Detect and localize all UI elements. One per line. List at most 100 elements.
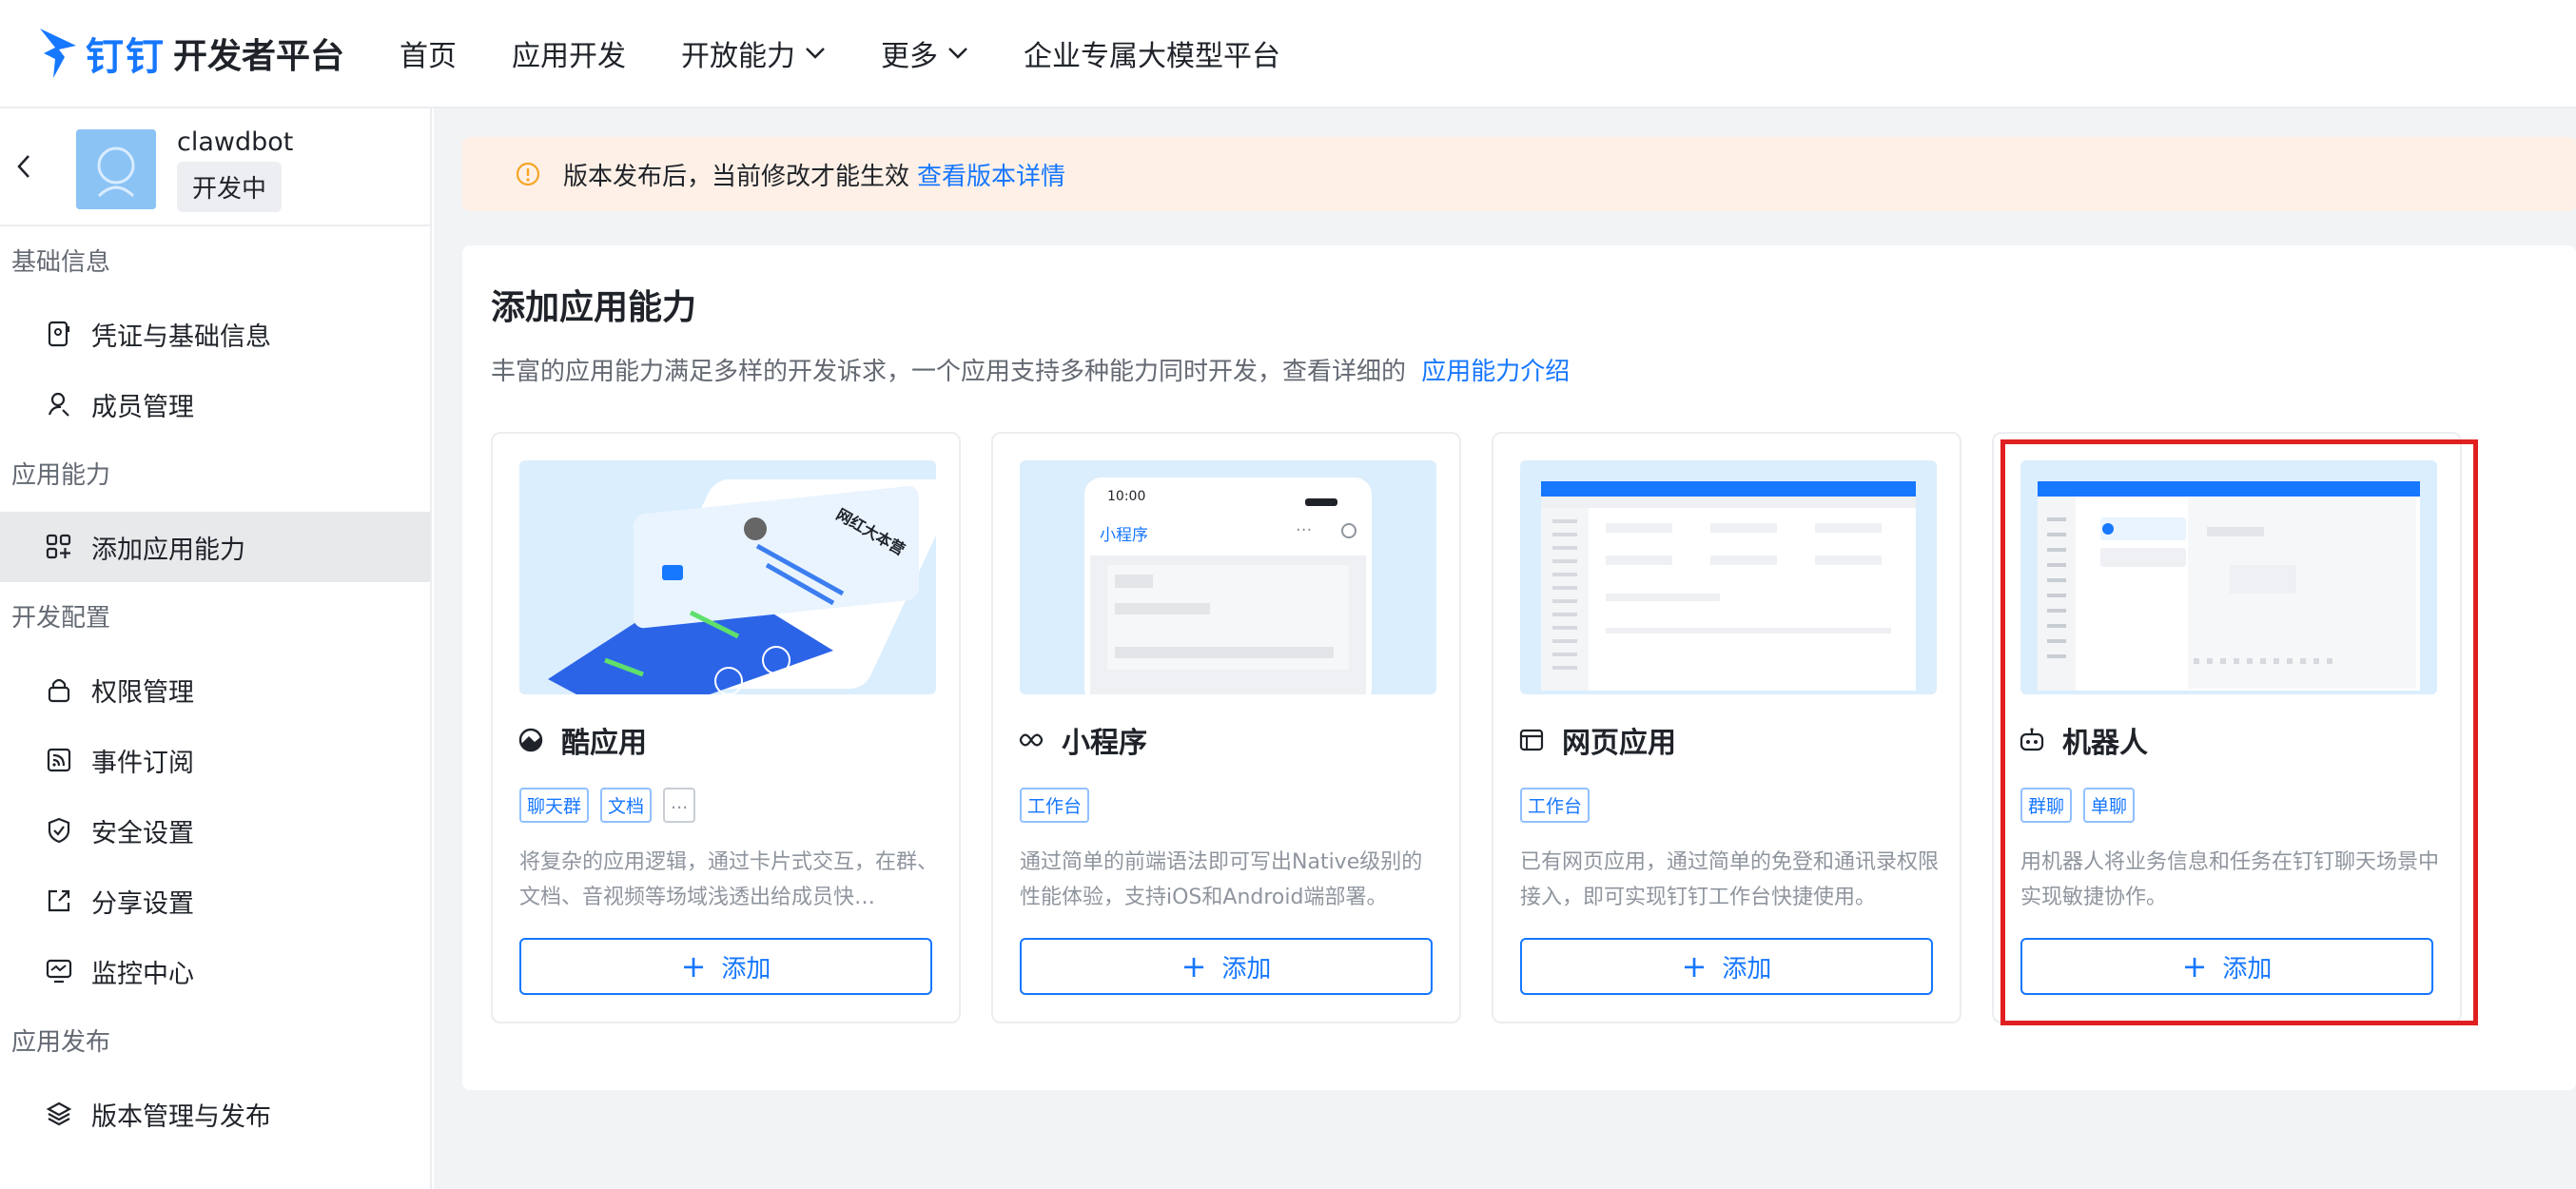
nav-enterprise-llm[interactable]: 企业专属大模型平台 — [1024, 32, 1280, 74]
card-description: 将复杂的应用逻辑，通过卡片式交互，在群、文档、音视频等场域浅透出给成员快… — [519, 850, 939, 909]
chevron-down-icon — [948, 48, 967, 59]
tag-more[interactable]: ... — [663, 788, 696, 823]
user-icon — [48, 392, 69, 417]
nav-home[interactable]: 首页 — [400, 32, 457, 74]
sidebar-item-label: 事件订阅 — [91, 748, 194, 778]
sidebar-item-monitor[interactable]: 监控中心 — [0, 936, 430, 1006]
card-description: 用机器人将业务信息和任务在钉钉聊天场景中实现敏捷协作。 — [2020, 850, 2440, 909]
logo[interactable]: 钉钉 开发者平台 — [36, 25, 344, 82]
top-navbar: 钉钉 开发者平台 首页 应用开发 开放能力 更多 企业专属大模型平台 — [0, 0, 2576, 108]
sidebar-item-label: 安全设置 — [91, 818, 194, 848]
sidebar-item-permissions[interactable]: 权限管理 — [0, 654, 430, 725]
sidebar-item-label: 成员管理 — [91, 392, 194, 422]
add-robot-button[interactable]: + 添加 — [2020, 938, 2433, 995]
add-button-label: 添加 — [721, 954, 771, 984]
sidebar-item-label: 添加应用能力 — [91, 535, 245, 565]
nav-open-capability[interactable]: 开放能力 — [681, 32, 826, 74]
plus-icon: + — [1181, 948, 1207, 984]
plus-icon: + — [1681, 948, 1708, 984]
tag: 文档 — [600, 788, 653, 823]
brand-name: 钉钉 — [86, 35, 166, 79]
sidebar-item-version-release[interactable]: 版本管理与发布 — [0, 1079, 430, 1149]
plus-icon: + — [680, 948, 707, 984]
sidebar-item-label: 凭证与基础信息 — [91, 322, 271, 352]
card-title: 网页应用 — [1518, 719, 1676, 761]
tag: 工作台 — [1520, 788, 1590, 823]
section-title-dev-config: 开发配置 — [11, 604, 111, 633]
nav-more-label: 更多 — [881, 40, 939, 73]
robot-icon — [2020, 728, 2044, 751]
sidebar-item-label: 分享设置 — [91, 888, 194, 919]
notice-bar: 版本发布后，当前修改才能生效 查看版本详情 — [462, 137, 2576, 211]
card-description: 已有网页应用，通过简单的免登和通讯录权限接入，即可实现钉钉工作台快捷使用。 — [1520, 850, 1940, 909]
sidebar-item-credentials[interactable]: 凭证与基础信息 — [0, 299, 430, 369]
credential-icon — [48, 321, 70, 347]
brand-subtitle: 开发者平台 — [173, 37, 345, 76]
card-description: 通过简单的前端语法即可写出Native级别的性能体验，支持iOS和Android… — [1020, 850, 1423, 909]
tag: 工作台 — [1020, 788, 1090, 823]
app-header: clawdbot 开发中 — [0, 108, 430, 226]
view-version-details-link[interactable]: 查看版本详情 — [917, 157, 1065, 192]
infinity-icon — [1019, 733, 1044, 747]
capability-card-web-app: 网页应用 工作台 已有网页应用，通过简单的免登和通讯录权限接入，即可实现钉钉工作… — [1492, 432, 1961, 1023]
sidebar-item-label: 权限管理 — [91, 677, 194, 708]
mini-program-preview-image: ··· 10:00 小程序 — [1020, 460, 1436, 694]
card-title-text: 网页应用 — [1562, 727, 1676, 760]
panel-description: 丰富的应用能力满足多样的开发诉求，一个应用支持多种能力同时开发，查看详细的 应用… — [491, 352, 1570, 387]
chevron-down-icon — [806, 48, 825, 59]
robot-preview-image — [2020, 460, 2437, 694]
add-button-label: 添加 — [2222, 954, 2273, 984]
webpage-icon — [1519, 729, 1544, 751]
notice-text: 版本发布后，当前修改才能生效 — [563, 162, 910, 191]
capability-intro-link[interactable]: 应用能力介绍 — [1421, 358, 1570, 386]
sidebar: clawdbot 开发中 基础信息 凭证与基础信息 成员管理 应用能力 添加应用… — [0, 108, 432, 1189]
share-icon — [48, 889, 70, 912]
card-title: 小程序 — [1018, 719, 1147, 761]
card-title: 机器人 — [2019, 719, 2148, 761]
nav-home-label: 首页 — [400, 40, 458, 73]
capability-card-mini-program: ··· 10:00 小程序 小程序 工作台 通过简单的前端语法即可写出Nativ… — [991, 432, 1461, 1023]
layers-icon — [46, 1101, 72, 1126]
sidebar-item-label: 监控中心 — [91, 959, 194, 989]
section-title-app-release: 应用发布 — [11, 1028, 111, 1057]
tag: 单聊 — [2083, 788, 2136, 823]
nav-app-dev[interactable]: 应用开发 — [512, 32, 626, 74]
cool-app-preview-image: 网红大本营 — [519, 460, 936, 694]
card-tags: 群聊 单聊 — [2020, 788, 2146, 823]
add-button-label: 添加 — [1221, 954, 1272, 984]
capability-panel: 添加应用能力 丰富的应用能力满足多样的开发诉求，一个应用支持多种能力同时开发，查… — [462, 245, 2576, 1090]
shield-icon — [48, 817, 70, 844]
preview-time: 10:00 — [1107, 489, 1146, 504]
preview-title: 小程序 — [1100, 526, 1148, 545]
section-title-app-capability: 应用能力 — [11, 461, 111, 490]
add-cool-app-button[interactable]: + 添加 — [519, 938, 932, 995]
cool-app-icon — [518, 728, 543, 752]
sidebar-item-security[interactable]: 安全设置 — [0, 795, 430, 866]
card-title-text: 酷应用 — [561, 727, 647, 760]
card-tags: 工作台 — [1520, 788, 1601, 823]
nav-app-dev-label: 应用开发 — [512, 40, 627, 73]
lock-icon — [48, 678, 70, 703]
card-tags: 工作台 — [1020, 788, 1101, 823]
card-title-text: 机器人 — [2062, 727, 2148, 760]
sidebar-item-members[interactable]: 成员管理 — [0, 369, 430, 439]
capability-card-cool-app: 网红大本营 酷应用 聊天群 文档 ... 将复杂的应用逻辑，通过卡片式交互，在群… — [491, 432, 961, 1023]
nav-more[interactable]: 更多 — [881, 32, 968, 74]
card-title-text: 小程序 — [1062, 727, 1147, 760]
app-status-badge: 开发中 — [177, 162, 283, 212]
add-button-label: 添加 — [1722, 954, 1772, 984]
sidebar-item-event-subscription[interactable]: 事件订阅 — [0, 725, 430, 795]
dingtalk-logo-icon — [40, 29, 76, 78]
add-web-app-button[interactable]: + 添加 — [1520, 938, 1933, 995]
tag: 聊天群 — [519, 788, 590, 823]
web-app-preview-image — [1520, 460, 1937, 694]
sidebar-item-add-capability[interactable]: 添加应用能力 — [0, 512, 430, 582]
add-mini-program-button[interactable]: + 添加 — [1020, 938, 1433, 995]
card-tags: 聊天群 文档 ... — [519, 788, 707, 823]
grid-add-icon — [46, 534, 71, 559]
back-chevron-icon[interactable] — [13, 152, 34, 181]
card-title: 酷应用 — [517, 719, 647, 761]
sidebar-item-share[interactable]: 分享设置 — [0, 866, 430, 936]
app-avatar — [76, 129, 156, 209]
sidebar-item-label: 版本管理与发布 — [91, 1101, 271, 1132]
